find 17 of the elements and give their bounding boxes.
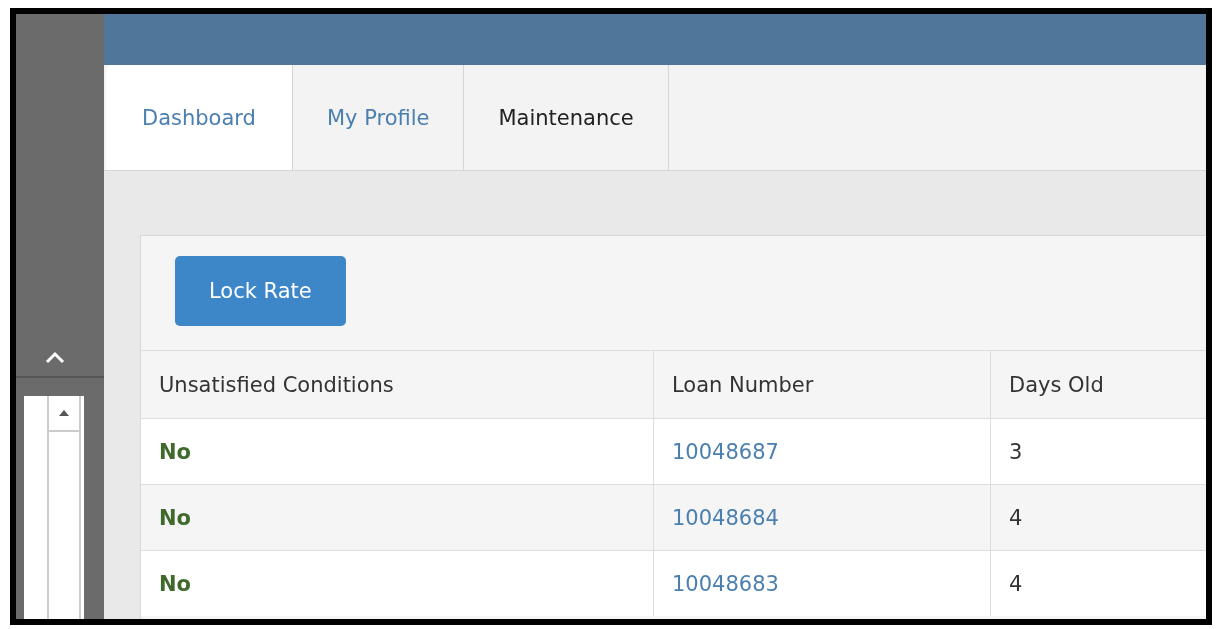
table-cell: No xyxy=(159,439,191,464)
column-header: Days Old xyxy=(990,350,1206,419)
lock-rate-button[interactable]: Lock Rate xyxy=(175,256,346,326)
loan-number-link[interactable]: 10048687 xyxy=(672,439,779,464)
loan-number-link[interactable]: 10048684 xyxy=(672,505,779,530)
table-cell: 4 xyxy=(1009,505,1023,530)
table-cell: No xyxy=(159,571,191,596)
scrollbar[interactable] xyxy=(47,396,81,619)
column-header: Unsatisfied Conditions xyxy=(141,350,654,419)
scroll-up-icon[interactable] xyxy=(58,409,70,417)
column-header: Loan Number xyxy=(653,350,991,419)
table-cell: 4 xyxy=(1009,571,1023,596)
table-cell: No xyxy=(159,505,191,530)
chevron-up-icon[interactable] xyxy=(44,350,66,364)
loan-number-link[interactable]: 10048683 xyxy=(672,571,779,596)
table-cell: 3 xyxy=(1009,439,1023,464)
tab[interactable]: Dashboard xyxy=(106,65,293,170)
